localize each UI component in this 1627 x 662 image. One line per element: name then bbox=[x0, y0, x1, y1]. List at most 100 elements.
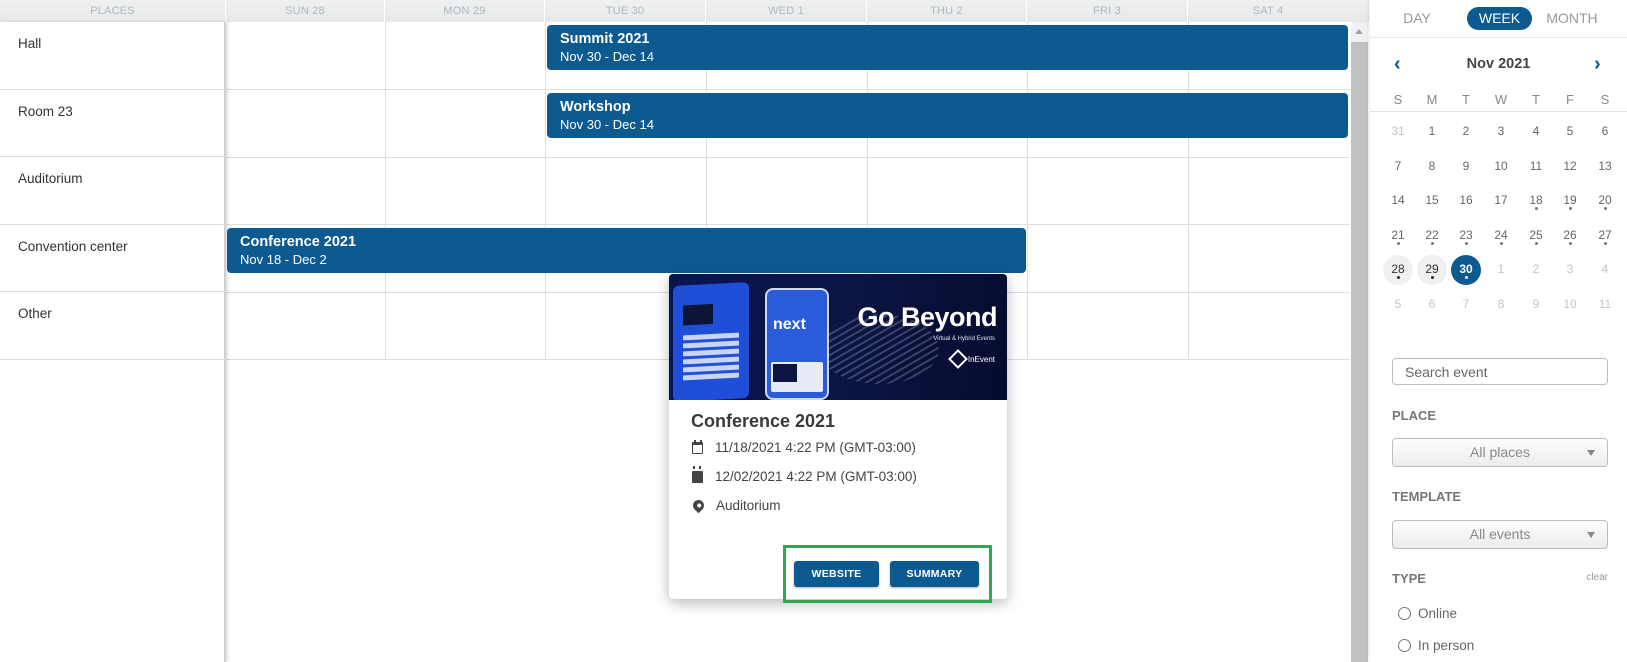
place-select[interactable]: All places bbox=[1392, 438, 1608, 467]
mini-calendar-day[interactable]: 9 bbox=[1451, 152, 1481, 182]
mini-calendar-day[interactable]: 5 bbox=[1555, 117, 1585, 147]
scroll-up-arrow-icon[interactable] bbox=[1351, 22, 1368, 42]
mini-calendar-day[interactable]: 3 bbox=[1486, 117, 1516, 147]
mini-calendar-day[interactable]: 11 bbox=[1521, 152, 1551, 182]
day-number: 31 bbox=[1391, 124, 1405, 138]
mini-calendar-day[interactable]: 18 bbox=[1521, 186, 1551, 216]
mini-calendar-day[interactable]: 20 bbox=[1590, 186, 1620, 216]
place-row: Convention center bbox=[0, 225, 226, 292]
event-conference-2021[interactable]: Conference 2021 Nov 18 - Dec 2 bbox=[227, 228, 1026, 273]
mini-calendar-day[interactable]: 12 bbox=[1555, 152, 1585, 182]
mini-calendar-day[interactable]: 3 bbox=[1555, 255, 1585, 285]
mini-calendar-day[interactable]: 27 bbox=[1590, 221, 1620, 251]
mini-calendar-day[interactable]: 17 bbox=[1486, 186, 1516, 216]
radio-unchecked-icon[interactable] bbox=[1398, 639, 1411, 652]
mini-calendar-day[interactable]: 6 bbox=[1417, 290, 1447, 320]
day-number: 2 bbox=[1462, 124, 1470, 138]
mini-calendar-day[interactable]: 9 bbox=[1521, 290, 1551, 320]
mini-calendar-day[interactable]: 10 bbox=[1486, 152, 1516, 182]
mini-calendar-day-selected[interactable]: 30 bbox=[1451, 255, 1481, 285]
mini-calendar-day[interactable]: 2 bbox=[1451, 117, 1481, 147]
mini-calendar-day[interactable]: 1 bbox=[1486, 255, 1516, 285]
mini-calendar-day[interactable]: 13 bbox=[1590, 152, 1620, 182]
mini-calendar-day[interactable]: 28 bbox=[1383, 255, 1413, 285]
calendar-outline-icon bbox=[692, 439, 703, 454]
day-number: 15 bbox=[1425, 193, 1439, 207]
type-option-online[interactable]: Online bbox=[1398, 606, 1457, 621]
mini-calendar-day[interactable]: 1 bbox=[1417, 117, 1447, 147]
event-dot-icon bbox=[1430, 276, 1434, 279]
tab-month[interactable]: MONTH bbox=[1540, 7, 1604, 30]
place-label: Room 23 bbox=[18, 103, 73, 119]
mini-calendar-day[interactable]: 22 bbox=[1417, 221, 1447, 251]
mini-calendar-day[interactable]: 6 bbox=[1590, 117, 1620, 147]
tab-week[interactable]: WEEK bbox=[1467, 7, 1532, 30]
popover-title: Conference 2021 bbox=[691, 411, 836, 431]
website-button[interactable]: WEBSITE bbox=[794, 561, 879, 587]
day-number: 11 bbox=[1598, 296, 1612, 311]
mini-calendar-day[interactable]: 26 bbox=[1555, 221, 1585, 251]
calendar-filled-icon bbox=[692, 465, 703, 483]
day-number: 7 bbox=[1462, 296, 1470, 311]
dropdown-caret-icon bbox=[1587, 450, 1595, 456]
event-dot-icon bbox=[1534, 207, 1538, 210]
mini-calendar-day[interactable]: 2 bbox=[1521, 255, 1551, 285]
mini-calendar-day[interactable]: 10 bbox=[1555, 290, 1585, 320]
radio-unchecked-icon[interactable] bbox=[1398, 607, 1411, 620]
grid-col-line bbox=[1027, 22, 1028, 359]
mini-calendar-day[interactable]: 31 bbox=[1383, 117, 1413, 147]
mini-calendar-day[interactable]: 4 bbox=[1590, 255, 1620, 285]
event-workshop[interactable]: Workshop Nov 30 - Dec 14 bbox=[547, 93, 1348, 138]
place-select-value: All places bbox=[1470, 444, 1530, 460]
search-event-input[interactable] bbox=[1392, 358, 1608, 385]
day-number: 3 bbox=[1566, 262, 1574, 276]
event-summit-2021[interactable]: Summit 2021 Nov 30 - Dec 14 bbox=[547, 25, 1348, 70]
tab-day[interactable]: DAY bbox=[1392, 7, 1442, 30]
mini-calendar-day[interactable]: 19 bbox=[1555, 186, 1585, 216]
day-number: 23 bbox=[1459, 227, 1473, 242]
mini-calendar-day[interactable]: 21 bbox=[1383, 221, 1413, 251]
mini-calendar-day[interactable]: 11 bbox=[1590, 290, 1620, 320]
places-column: Hall Room 23 Auditorium Convention cente… bbox=[0, 22, 226, 662]
banner-tablet-graphic bbox=[673, 282, 749, 400]
calendar-scrollbar[interactable] bbox=[1351, 22, 1368, 662]
brand-name: InEvent bbox=[967, 354, 995, 364]
day-number: 12 bbox=[1563, 158, 1577, 173]
location-text: Auditorium bbox=[716, 498, 781, 513]
clear-type-link[interactable]: clear bbox=[1586, 572, 1608, 583]
event-popover: next Go Beyond Virtual & Hybrid Events I… bbox=[669, 274, 1007, 599]
day-number: 7 bbox=[1394, 158, 1402, 173]
next-month-icon[interactable]: › bbox=[1594, 54, 1601, 74]
event-dot-icon bbox=[1499, 241, 1503, 245]
mini-calendar-day[interactable]: 16 bbox=[1451, 186, 1481, 216]
prev-month-icon[interactable]: ‹ bbox=[1394, 54, 1401, 74]
template-select[interactable]: All events bbox=[1392, 520, 1608, 549]
mini-calendar-day[interactable]: 7 bbox=[1451, 290, 1481, 320]
mini-calendar-day[interactable]: 25 bbox=[1521, 221, 1551, 251]
mini-calendar-day[interactable]: 8 bbox=[1486, 290, 1516, 320]
mini-calendar-header: Nov 2021 ‹ › bbox=[1370, 50, 1627, 80]
event-date-range: Nov 18 - Dec 2 bbox=[240, 252, 327, 267]
template-filter-label: TEMPLATE bbox=[1392, 489, 1462, 504]
type-option-in-person[interactable]: In person bbox=[1398, 638, 1474, 653]
brand-logo-icon bbox=[947, 349, 968, 369]
mini-calendar-day[interactable]: 23 bbox=[1451, 221, 1481, 251]
weekday-label: S bbox=[1393, 92, 1403, 107]
mini-calendar-day[interactable]: 14 bbox=[1383, 186, 1413, 216]
mini-calendar-week: 14 15 16 17 18 19 20 bbox=[1370, 186, 1627, 220]
day-number: 6 bbox=[1428, 296, 1436, 311]
mini-calendar-day[interactable]: 24 bbox=[1486, 221, 1516, 251]
mini-calendar-day[interactable]: 4 bbox=[1521, 117, 1551, 147]
grid-col-line bbox=[1188, 22, 1189, 359]
mini-calendar-day[interactable]: 7 bbox=[1383, 152, 1413, 182]
template-select-value: All events bbox=[1469, 526, 1531, 542]
mini-calendar-day[interactable]: 5 bbox=[1383, 290, 1413, 320]
day-header-thu: THU 2 bbox=[867, 0, 1027, 22]
summary-button[interactable]: SUMMARY bbox=[890, 561, 979, 587]
mini-calendar-day[interactable]: 29 bbox=[1417, 255, 1447, 285]
day-number: 29 bbox=[1425, 262, 1439, 276]
event-title: Workshop bbox=[560, 99, 631, 115]
day-number: 8 bbox=[1497, 296, 1505, 311]
mini-calendar-day[interactable]: 8 bbox=[1417, 152, 1447, 182]
mini-calendar-day[interactable]: 15 bbox=[1417, 186, 1447, 216]
